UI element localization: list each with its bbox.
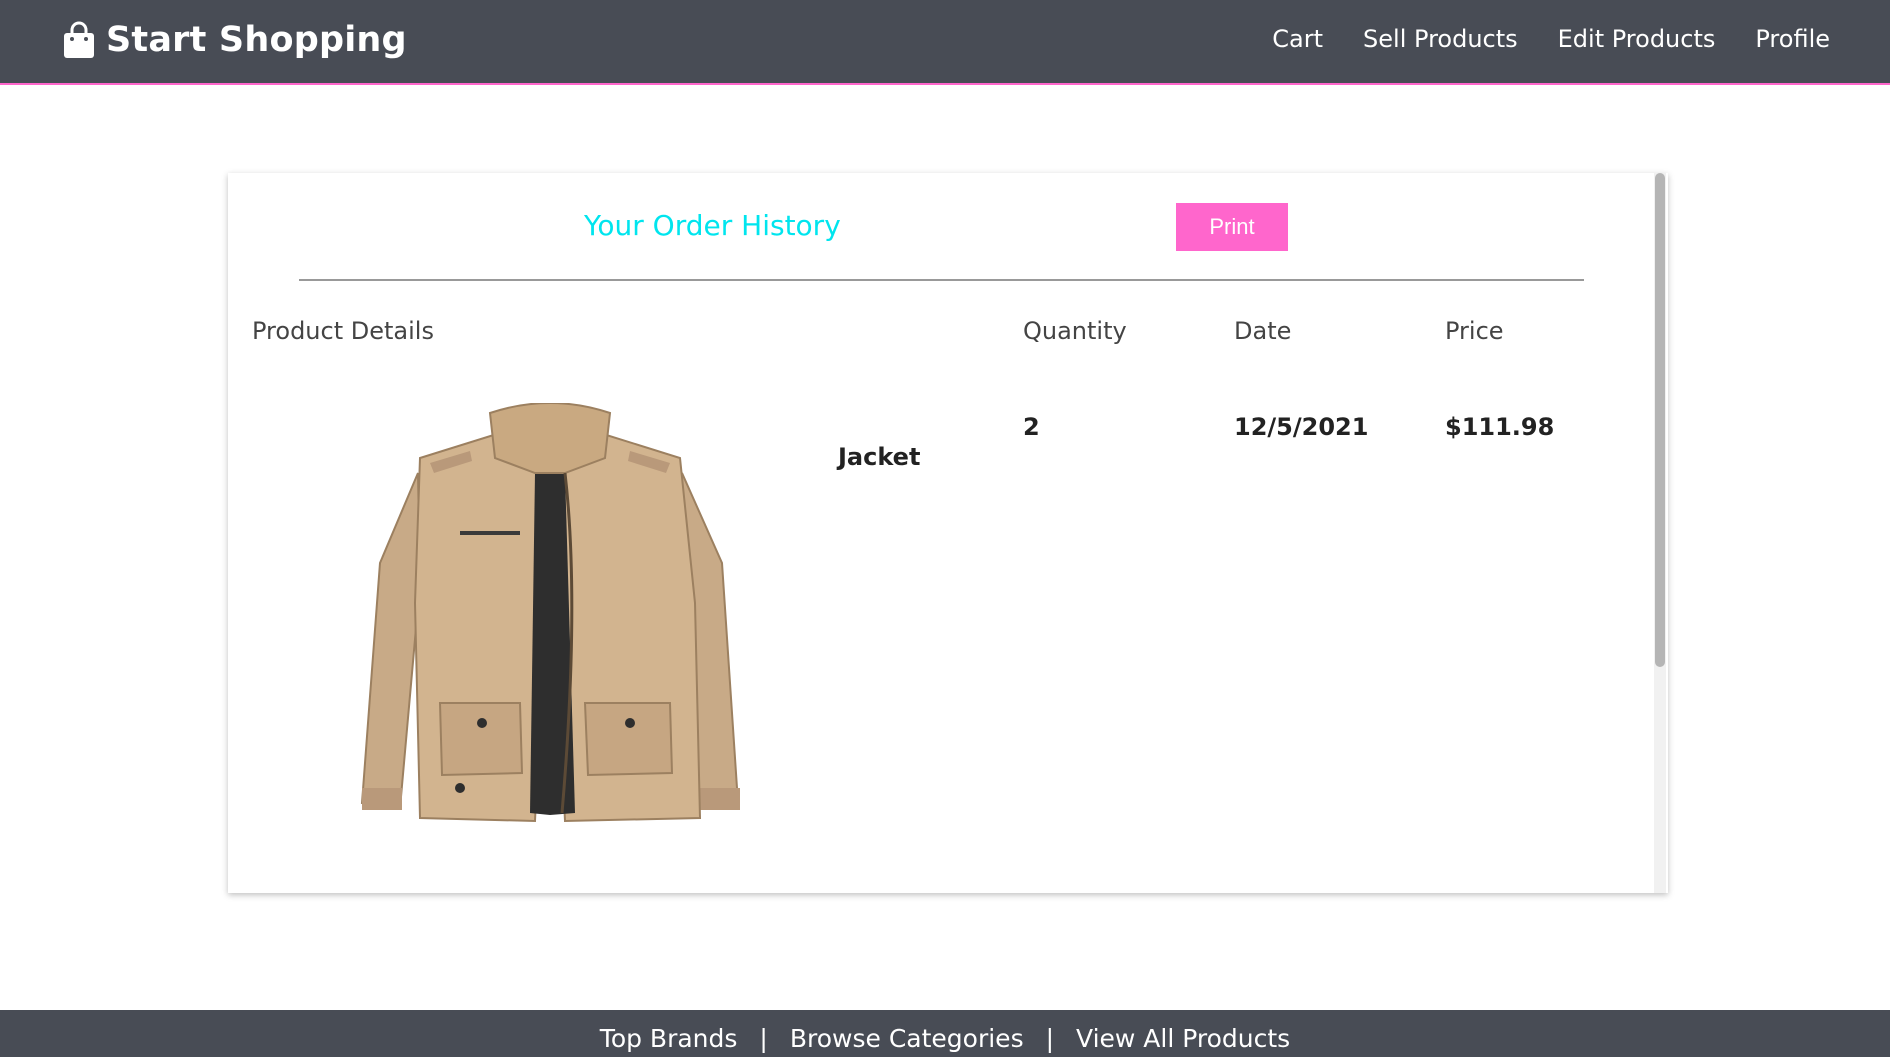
column-header-date: Date [1234,317,1292,345]
scrollbar-thumb[interactable] [1655,173,1665,667]
column-header-quantity: Quantity [1023,317,1127,345]
footer-separator: | [759,1024,768,1053]
order-history-card: Your Order History Print Product Details… [228,173,1668,893]
main-nav: Cart Sell Products Edit Products Profile [1272,22,1830,56]
nav-cart-link[interactable]: Cart [1272,22,1323,56]
header-divider [299,279,1584,281]
nav-edit-products-link[interactable]: Edit Products [1558,22,1716,56]
nav-profile-link[interactable]: Profile [1755,22,1830,56]
footer: Top Brands | Browse Categories | View Al… [0,1010,1890,1057]
date-value: 12/5/2021 [1234,413,1369,441]
column-header-product: Product Details [252,317,434,345]
card-scrollbar[interactable] [1654,173,1666,893]
brand-logo-link[interactable]: Start Shopping [62,18,407,62]
print-button[interactable]: Print [1176,203,1288,251]
footer-view-all-products-link[interactable]: View All Products [1076,1024,1290,1053]
footer-browse-categories-link[interactable]: Browse Categories [790,1024,1024,1053]
column-header-price: Price [1445,317,1504,345]
shopping-bag-icon [64,21,94,58]
footer-top-brands-link[interactable]: Top Brands [600,1024,738,1053]
footer-separator: | [1045,1024,1055,1053]
brand-name: Start Shopping [106,20,407,60]
quantity-value: 2 [1023,413,1040,441]
order-history-title: Your Order History [584,209,841,242]
product-name: Jacket [838,443,921,471]
top-navbar: Start Shopping Cart Sell Products Edit P… [0,0,1890,85]
nav-sell-products-link[interactable]: Sell Products [1363,22,1518,56]
product-image-jacket [360,403,740,823]
price-value: $111.98 [1445,413,1555,441]
